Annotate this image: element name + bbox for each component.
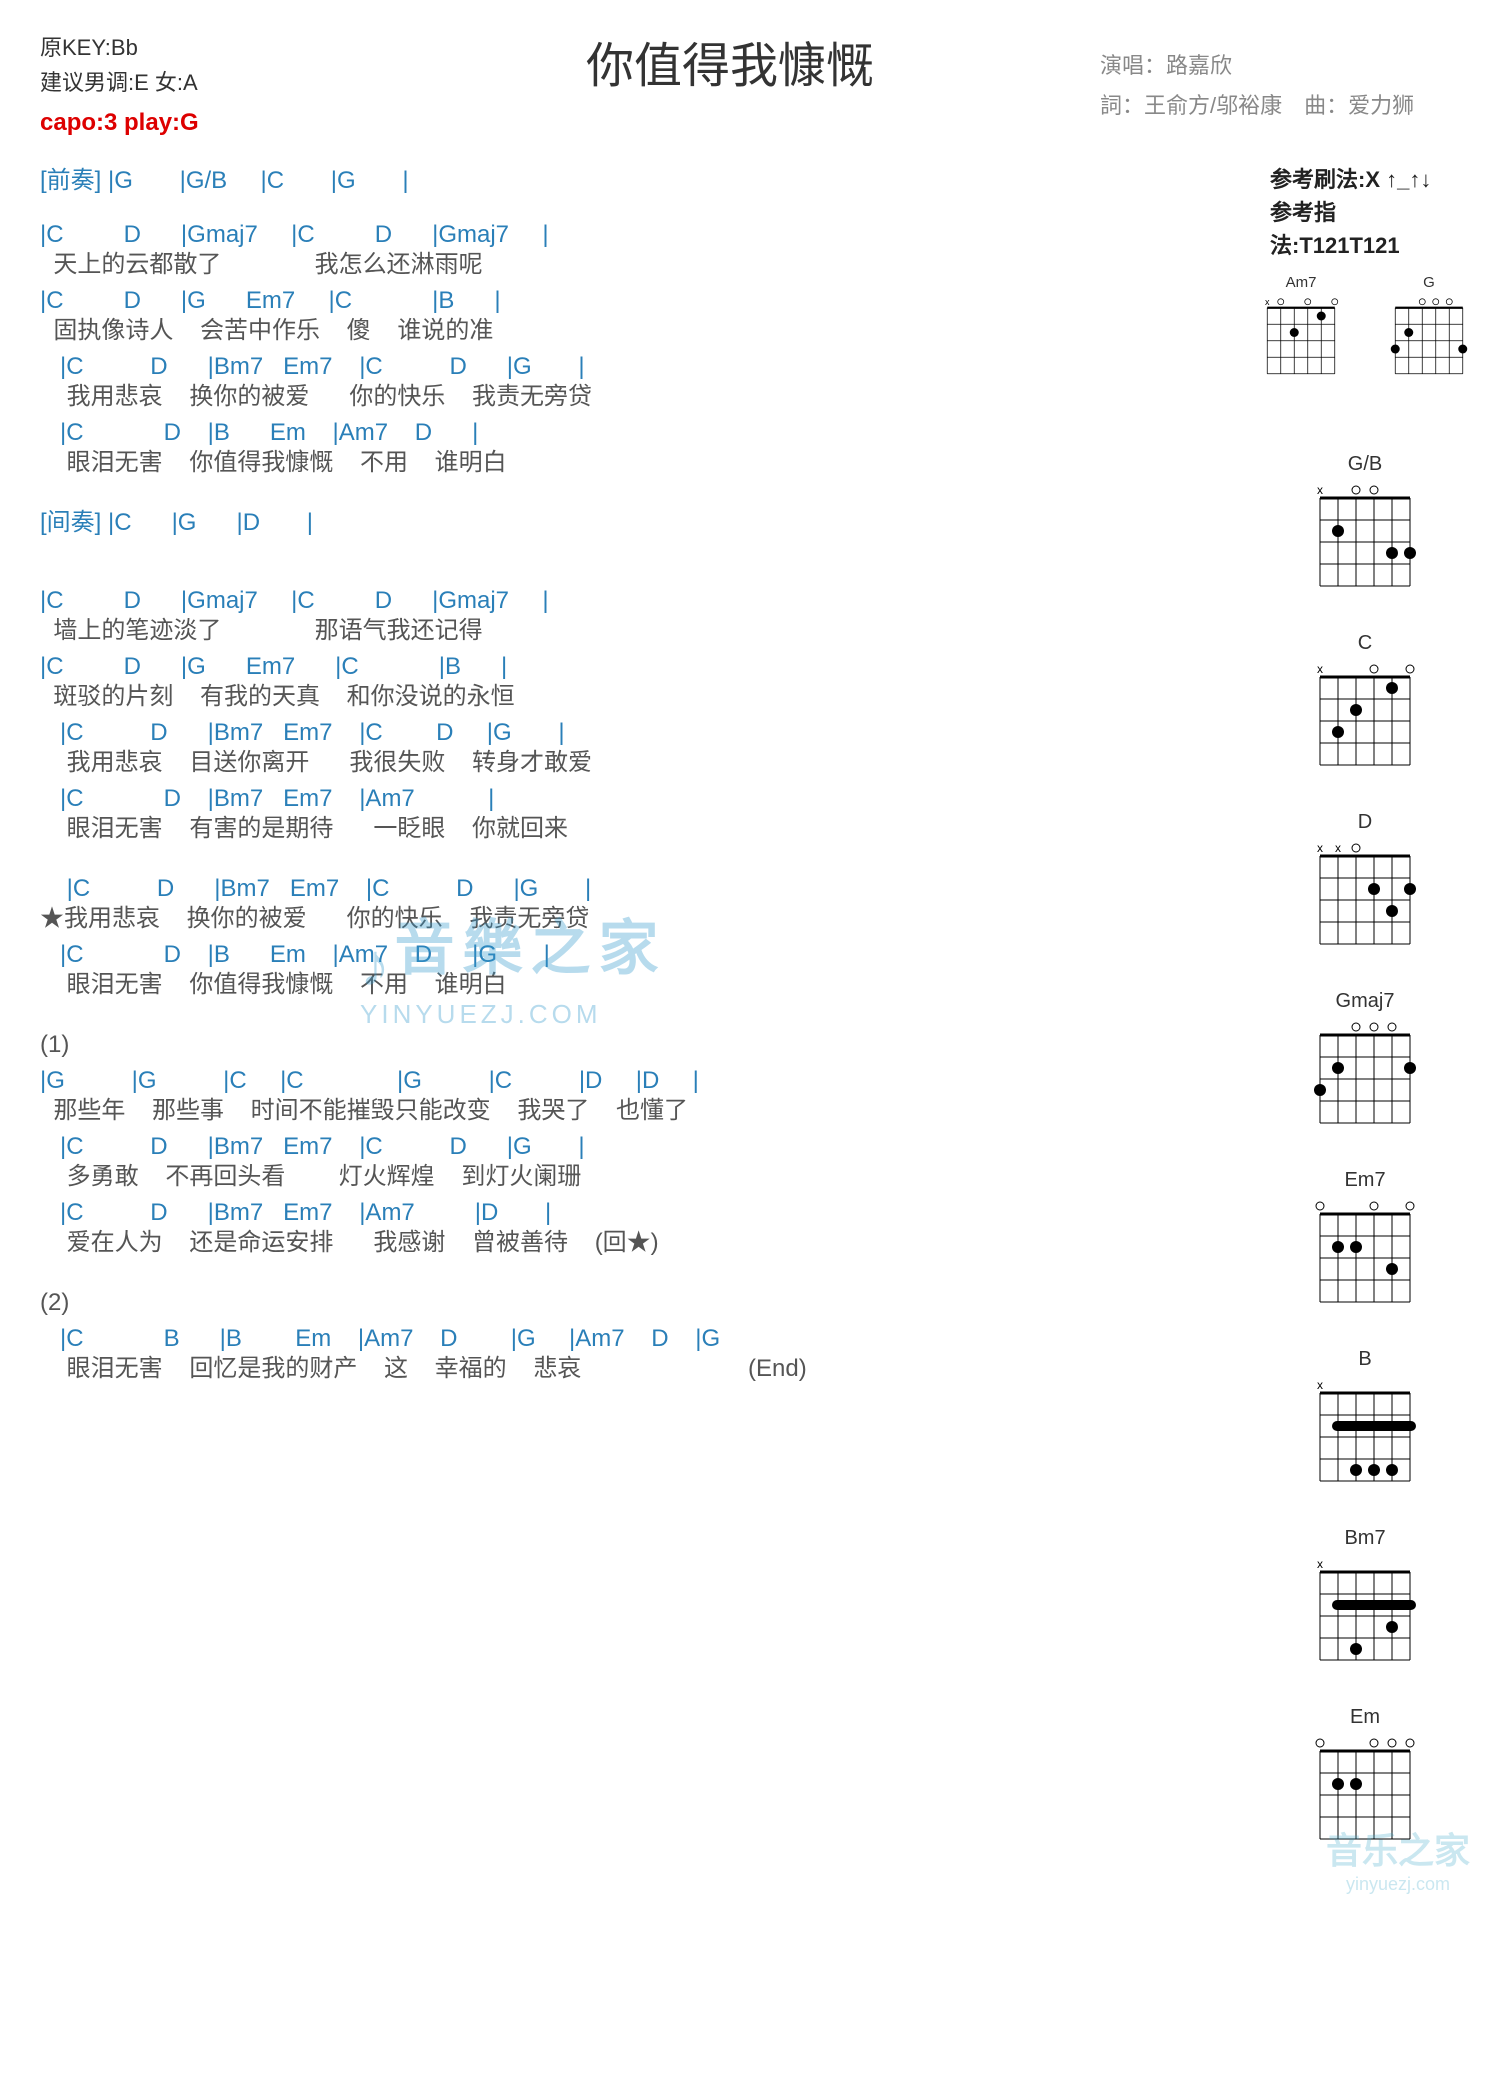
svg-text:x: x: [1317, 1378, 1323, 1392]
chord-line: |C D |Bm7 Em7 |C D |G |: [40, 871, 1250, 901]
svg-text:x: x: [1335, 841, 1341, 855]
chord-diagram: G: [1384, 274, 1474, 392]
chord-diagram: Bx: [1270, 1348, 1460, 1505]
pattern-info: 参考刷法:X ↑_↑↓ 参考指法:T121T121: [1270, 163, 1460, 262]
lyric-line: 眼泪无害 你值得我慷慨 不用 谁明白: [40, 967, 1250, 1003]
svg-text:x: x: [1317, 662, 1323, 676]
svg-text:x: x: [1317, 841, 1323, 855]
lyrics-area: [前奏] |G |G/B |C |G | |C D |Gmaj7 |C D |Gm…: [40, 163, 1270, 1885]
header: 原KEY:Bb 建议男调:E 女:A capo:3 play:G 你值得我慷慨 …: [40, 30, 1460, 143]
suggested-key: 建议男调:E 女:A: [40, 65, 360, 100]
lyric-line: 我用悲哀 换你的被爱 你的快乐 我责无旁贷: [40, 379, 1250, 415]
original-key: 原KEY:Bb: [40, 30, 360, 65]
footer-wm-url: yinyuezj.com: [1326, 1874, 1470, 1895]
lyric-line: 眼泪无害 回忆是我的财产 这 幸福的 悲哀 (End): [40, 1351, 1250, 1387]
chord-line: [前奏] |G |G/B |C |G |: [40, 163, 1250, 193]
svg-text:x: x: [1265, 297, 1270, 307]
chord-line: [间奏] |C |G |D |: [40, 505, 1250, 535]
lyric-line: (1): [40, 1027, 1250, 1063]
chord-line: |C D |Bm7 Em7 |Am7 |D |: [40, 1195, 1250, 1225]
chord-label: Gmaj7: [1270, 990, 1460, 1013]
lyric-line: 我用悲哀 目送你离开 我很失败 转身才敢爱: [40, 745, 1250, 781]
chord-line: |C B |B Em |Am7 D |G |Am7 D |G: [40, 1321, 1250, 1351]
chord-label: D: [1270, 811, 1460, 834]
meta-left: 原KEY:Bb 建议男调:E 女:A capo:3 play:G: [40, 30, 360, 143]
pick-pattern: 参考指法:T121T121: [1270, 196, 1460, 262]
chord-line: |C D |Gmaj7 |C D |Gmaj7 |: [40, 583, 1250, 613]
chord-diagram: Dxx: [1270, 811, 1460, 968]
chord-diagram: G/B x: [1270, 453, 1460, 610]
chord-line: |G |G |C |C |G |C |D |D |: [40, 1063, 1250, 1093]
song-title: 你值得我慷慨: [360, 26, 1100, 96]
credit-line: 詞：王俞方/邬裕康 曲：爱力狮: [1100, 86, 1460, 126]
meta-right: 演唱：路嘉欣 詞：王俞方/邬裕康 曲：爱力狮: [1100, 46, 1460, 125]
chord-label: G/B: [1270, 453, 1460, 476]
chord-label: C: [1270, 632, 1460, 655]
svg-text:x: x: [1317, 1557, 1323, 1571]
footer-watermark: 音乐之家 yinyuezj.com: [1326, 1822, 1470, 1895]
singer-line: 演唱：路嘉欣: [1100, 46, 1460, 86]
chord-line: |C D |B Em |Am7 D |G |: [40, 937, 1250, 967]
chord-label: Am7: [1256, 274, 1346, 291]
lyric-line: 那些年 那些事 时间不能摧毁只能改变 我哭了 也懂了: [40, 1093, 1250, 1129]
chord-line: |C D |G Em7 |C |B |: [40, 649, 1250, 679]
chord-diagram: Bm7 x: [1270, 1527, 1460, 1684]
chord-line: |C D |Bm7 Em7 |C D |G |: [40, 1129, 1250, 1159]
chord-diagram: Em7: [1270, 1169, 1460, 1326]
chord-line: |C D |B Em |Am7 D |: [40, 415, 1250, 445]
lyric-line: 多勇敢 不再回头看 灯火辉煌 到灯火阑珊: [40, 1159, 1250, 1195]
chord-label: G: [1384, 274, 1474, 291]
chord-diagram: Am7 x: [1256, 274, 1346, 392]
lyric-line: 爱在人为 还是命运安排 我感谢 曾被善待 (回★): [40, 1225, 1250, 1261]
lyric-line: 眼泪无害 有害的是期待 一眨眼 你就回来: [40, 811, 1250, 847]
chord-label: B: [1270, 1348, 1460, 1371]
lyric-line: (2): [40, 1285, 1250, 1321]
chord-line: |C D |Bm7 Em7 |C D |G |: [40, 715, 1250, 745]
chord-diagram: Cx: [1270, 632, 1460, 789]
lyric-line: 墙上的笔迹淡了 那语气我还记得: [40, 613, 1250, 649]
lyric-line: 斑驳的片刻 有我的天真 和你没说的永恒: [40, 679, 1250, 715]
lyric-line: 眼泪无害 你值得我慷慨 不用 谁明白: [40, 445, 1250, 481]
chord-label: Em: [1270, 1706, 1460, 1729]
chord-diagrams-column: 参考刷法:X ↑_↑↓ 参考指法:T121T121 Am7xGG/BxCxDxx…: [1270, 163, 1460, 1885]
chord-line: |C D |Gmaj7 |C D |Gmaj7 |: [40, 217, 1250, 247]
footer-wm-text: 音乐之家: [1326, 1822, 1470, 1874]
chord-line: |C D |Bm7 Em7 |Am7 |: [40, 781, 1250, 811]
lyric-line: 固执像诗人 会苦中作乐 傻 谁说的准: [40, 313, 1250, 349]
chord-line: |C D |G Em7 |C |B |: [40, 283, 1250, 313]
chord-line: |C D |Bm7 Em7 |C D |G |: [40, 349, 1250, 379]
chord-label: Em7: [1270, 1169, 1460, 1192]
chord-label: Bm7: [1270, 1527, 1460, 1550]
chord-diagram: Gmaj7: [1270, 990, 1460, 1147]
svg-text:x: x: [1317, 483, 1323, 497]
lyric-line: 天上的云都散了 我怎么还淋雨呢: [40, 247, 1250, 283]
capo-info: capo:3 play:G: [40, 104, 360, 142]
strum-pattern: 参考刷法:X ↑_↑↓: [1270, 163, 1460, 196]
lyric-line: ★我用悲哀 换你的被爱 你的快乐 我责无旁贷: [40, 901, 1250, 937]
